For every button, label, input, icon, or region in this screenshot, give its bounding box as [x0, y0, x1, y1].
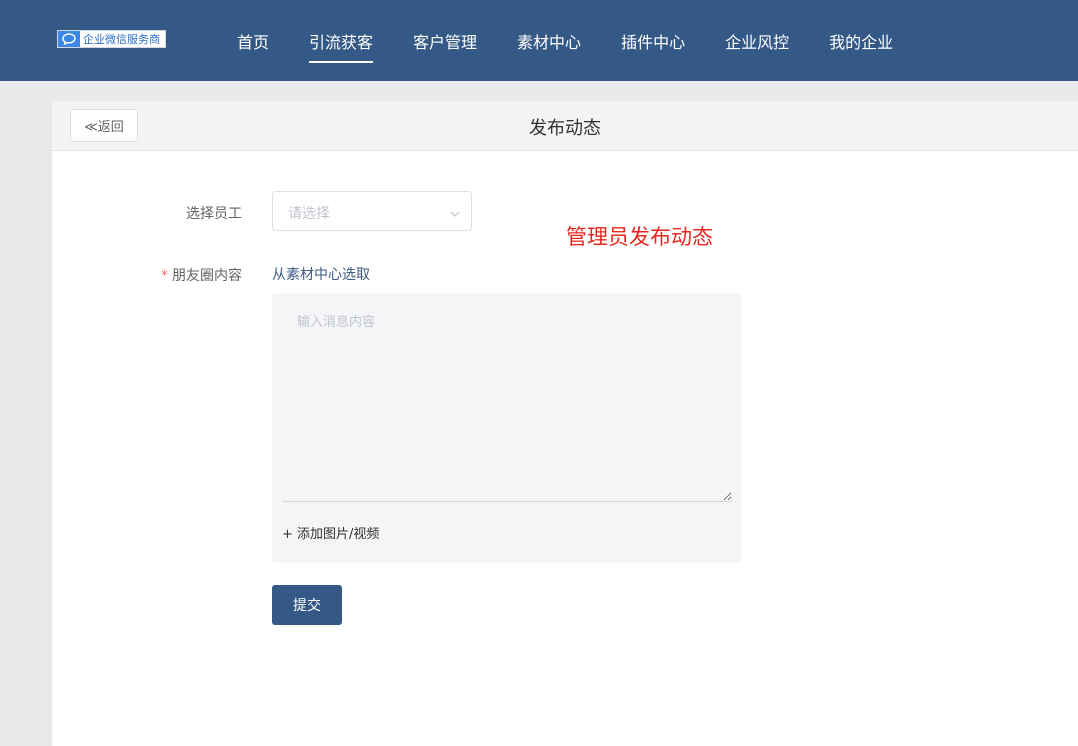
- nav-item-risk-control[interactable]: 企业风控: [725, 0, 789, 81]
- employee-select[interactable]: 请选择: [272, 191, 472, 231]
- nav-item-lead-gen[interactable]: 引流获客: [309, 0, 374, 81]
- main-nav: 首页 引流获客 客户管理 素材中心 插件中心 企业风控 我的企业: [237, 0, 933, 81]
- content-editor: + 添加图片/视频: [272, 293, 742, 563]
- chevron-down-icon: [449, 205, 461, 224]
- nav-item-materials[interactable]: 素材中心: [517, 0, 581, 81]
- nav-item-home[interactable]: 首页: [237, 0, 269, 81]
- employee-select-placeholder: 请选择: [288, 206, 330, 222]
- required-mark: *: [161, 268, 168, 284]
- content-textarea[interactable]: [282, 303, 732, 502]
- submit-button[interactable]: 提交: [272, 585, 342, 625]
- content-label: * 朋友圈内容: [122, 265, 242, 285]
- brand-logo[interactable]: 企业微信服务商: [57, 30, 166, 48]
- top-navbar: 企业微信服务商 首页 引流获客 客户管理 素材中心 插件中心 企业风控 我的企业: [0, 0, 1078, 81]
- chat-bubble-icon: [58, 31, 80, 47]
- employee-label: 选择员工: [186, 206, 242, 222]
- nav-item-customers[interactable]: 客户管理: [413, 0, 477, 81]
- select-from-library-link[interactable]: 从素材中心选取: [272, 264, 370, 284]
- content-label-text: 朋友圈内容: [172, 268, 242, 284]
- add-media-button[interactable]: + 添加图片/视频: [282, 523, 379, 542]
- admin-annotation: 管理员发布动态: [566, 225, 713, 249]
- card-header: ≪返回 发布动态: [52, 101, 1078, 151]
- publish-moment-card: ≪返回 发布动态 选择员工 请选择 管理员发布动态 * 朋友圈内容 从素材中心选取…: [52, 101, 1078, 746]
- page-title: 发布动态: [529, 118, 601, 139]
- brand-logo-text: 企业微信服务商: [83, 33, 160, 46]
- nav-item-my-company[interactable]: 我的企业: [829, 0, 893, 81]
- nav-item-plugins[interactable]: 插件中心: [621, 0, 685, 81]
